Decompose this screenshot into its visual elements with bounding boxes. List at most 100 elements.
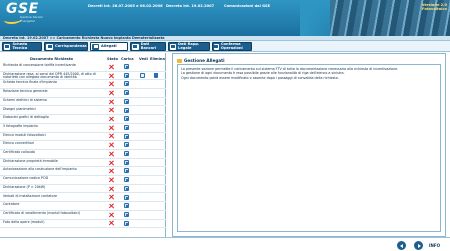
document-name: Comunicazione codice POD	[3, 176, 49, 181]
document-name: Dichiarazione resa, ai sensi del DPR 445…	[3, 71, 96, 80]
upload-icon[interactable]	[124, 211, 129, 217]
table-row[interactable]: Scheda tecnica finale d'impianto	[0, 80, 166, 90]
table-row[interactable]: Certificato collaudo	[0, 150, 166, 159]
upload-icon[interactable]	[124, 185, 129, 191]
app-header: GSE Gestore Servizi Energetici Decreti I…	[0, 0, 450, 36]
status-missing-icon	[109, 212, 114, 217]
status-missing-icon	[109, 142, 114, 147]
document-name: Elenco convertitori	[3, 141, 35, 146]
document-name: 5 fotografie impianto	[3, 123, 38, 128]
upload-icon[interactable]	[124, 107, 129, 113]
col-carica: Carica	[121, 57, 134, 61]
header-link-decreto-2007[interactable]: Decreto Int. 19.02.2007	[166, 4, 214, 8]
upload-icon[interactable]	[124, 81, 129, 87]
tab-dati-rapp-legale[interactable]: Dati Rapp. Legale	[168, 42, 210, 51]
user-icon	[170, 43, 177, 50]
upload-icon[interactable]	[124, 220, 129, 226]
document-name: Relazione tecnica generale	[3, 89, 48, 94]
upload-icon[interactable]	[124, 159, 129, 165]
upload-icon[interactable]	[124, 116, 129, 122]
document-name: Dichiarazione proprietà immobile	[3, 158, 58, 163]
info-button[interactable]: INFO	[429, 241, 440, 250]
table-row[interactable]: Elenco moduli fotovoltaici	[0, 133, 166, 142]
status-missing-icon	[109, 169, 114, 174]
table-row[interactable]: Dichiarazione resa, ai sensi del DPR 445…	[0, 72, 166, 81]
table-row[interactable]: Comunicazione codice POD	[0, 176, 166, 185]
upload-icon[interactable]	[124, 64, 129, 69]
table-row[interactable]: Elenco convertitori	[0, 141, 166, 150]
upload-icon[interactable]	[124, 90, 129, 96]
table-row[interactable]: Elaborati grafici di dettaglio	[0, 115, 166, 124]
tab-dati-bancari[interactable]: Dati Bancari	[130, 42, 166, 51]
table-row[interactable]: Dichiarazione proprietà immobile	[0, 159, 166, 168]
table-row[interactable]: Schemi elettrici di sistema	[0, 98, 166, 107]
table-row[interactable]: Certificato di smaltimento (moduli fotov…	[0, 211, 166, 220]
upload-icon[interactable]	[124, 194, 129, 200]
tab-allegati[interactable]: Allegati	[90, 42, 128, 51]
status-missing-icon	[109, 195, 114, 200]
table-row[interactable]: 5 fotografie impianto	[0, 124, 166, 133]
document-name: Schemi elettrici di sistema	[3, 97, 47, 102]
upload-icon[interactable]	[124, 124, 129, 130]
upload-icon[interactable]	[124, 142, 129, 148]
view-icon[interactable]	[140, 72, 145, 78]
upload-icon[interactable]	[124, 133, 129, 139]
tab-label: Dati Rapp. Legale	[178, 41, 200, 50]
document-name: Verbali di installazione contatore	[3, 193, 58, 198]
attachment-icon	[92, 43, 99, 50]
upload-icon[interactable]	[124, 151, 129, 156]
upload-icon[interactable]	[124, 72, 129, 78]
table-row[interactable]: Richiesta di concessione tariffa incenti…	[0, 63, 166, 72]
status-missing-icon	[109, 99, 114, 104]
document-name: Autorizzazione alla costruzione dell'imp…	[3, 167, 77, 172]
table-row[interactable]: Verbali di installazione contatore	[0, 194, 166, 203]
bank-icon	[132, 43, 139, 50]
status-missing-icon	[109, 134, 114, 139]
status-missing-icon	[109, 116, 114, 121]
col-stato: Stato	[107, 57, 118, 61]
header-link-comunicazioni[interactable]: Comunicazioni dal GSE	[224, 4, 270, 8]
version-info: Versione 2.0 Fotovoltaico	[422, 3, 447, 12]
back-arrow-icon[interactable]	[397, 241, 406, 250]
tab-scheda-tecnica[interactable]: Scheda Tecnica	[2, 42, 42, 51]
tab-label: Corrispondenza	[55, 43, 87, 48]
table-row[interactable]: Dichiarazione (P > 20kW)	[0, 185, 166, 194]
document-name: Elaborati grafici di dettaglio	[3, 115, 49, 120]
envelope-icon	[46, 43, 53, 50]
document-name: Certificato collaudo	[3, 150, 36, 154]
folder-icon	[177, 58, 182, 63]
logo-subtitle: Gestore Servizi Energetici	[20, 15, 43, 23]
upload-icon[interactable]	[124, 98, 129, 104]
table-header: Documento Richiesto Stato Carica Vedi El…	[0, 57, 166, 62]
info-text-box: La presente sezione permette il caricame…	[177, 64, 441, 232]
tab-bar: Scheda Tecnica Corrispondenza Allegati D…	[0, 41, 450, 52]
gse-logo[interactable]: GSE Gestore Servizi Energetici	[4, 1, 46, 31]
status-missing-icon	[109, 186, 114, 191]
upload-icon[interactable]	[124, 168, 129, 174]
info-panel: Gestione Allegati La presente sezione pe…	[172, 53, 446, 237]
tab-conferma-operazioni[interactable]: Conferma Operazioni	[212, 42, 252, 51]
col-vedi: Vedi	[139, 57, 148, 61]
table-row[interactable]: Disegni planimetrici	[0, 107, 166, 116]
upload-icon[interactable]	[124, 203, 129, 209]
tab-label: Scheda Tecnica	[12, 41, 28, 50]
table-row[interactable]: Relazione tecnica generale	[0, 89, 166, 98]
document-name: Dichiarazione (P > 20kW)	[3, 184, 46, 189]
footer-bar: INFO	[0, 237, 450, 251]
delete-icon[interactable]	[154, 72, 158, 78]
document-name: Scheda tecnica finale d'impianto	[3, 80, 57, 85]
upload-icon[interactable]	[124, 177, 129, 183]
status-missing-icon	[109, 203, 114, 208]
document-name: Contatore	[3, 202, 20, 207]
table-row[interactable]: Autorizzazione alla costruzione dell'imp…	[0, 167, 166, 177]
tab-corrispondenza[interactable]: Corrispondenza	[44, 42, 88, 51]
panel-title-text: Gestione Allegati	[184, 58, 225, 63]
document-name: Certificato di smaltimento (moduli fotov…	[3, 210, 81, 215]
table-row[interactable]: Foto della opere (moduli)	[0, 220, 166, 229]
forward-arrow-icon[interactable]	[414, 241, 423, 250]
table-row[interactable]: Contatore	[0, 202, 166, 211]
header-link-decreti[interactable]: Decreti Int. 28.07.2005 e 06.02.2006	[88, 4, 163, 8]
document-name: Foto della opere (moduli)	[3, 219, 45, 224]
status-missing-icon	[109, 125, 114, 130]
status-missing-icon	[109, 108, 114, 113]
